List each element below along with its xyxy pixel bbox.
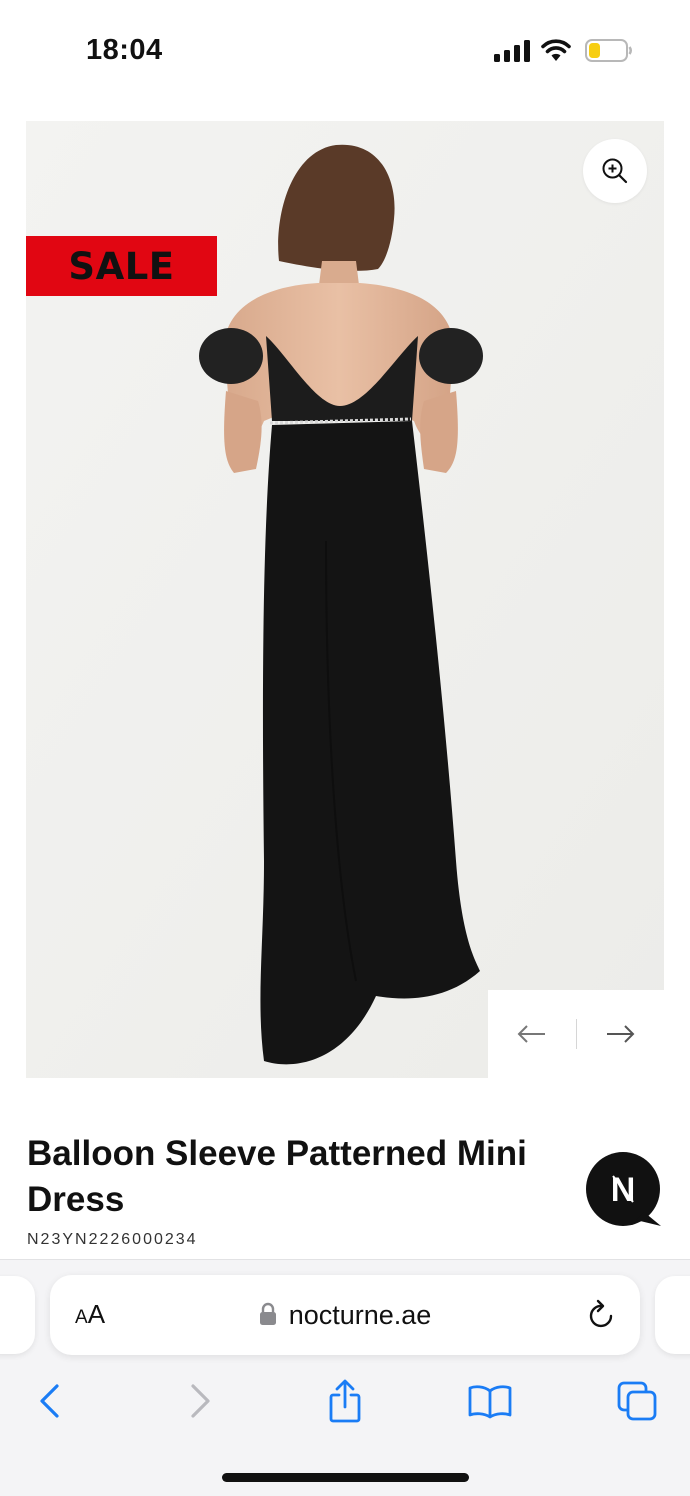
lock-icon [259, 1302, 276, 1325]
home-indicator[interactable] [222, 1473, 469, 1482]
sale-badge: SALE [26, 236, 217, 296]
bookmarks-button[interactable] [467, 1378, 513, 1424]
battery-icon [585, 39, 632, 62]
product-sku: N23YN2226000234 [27, 1231, 198, 1248]
previous-image-button[interactable] [512, 1014, 552, 1054]
next-image-button[interactable] [600, 1014, 640, 1054]
chat-icon: N [586, 1152, 661, 1226]
sale-badge-label: SALE [68, 244, 175, 288]
share-icon [329, 1379, 361, 1423]
browser-toolbar: AA nocturne.ae [0, 1259, 690, 1496]
forward-icon [191, 1384, 210, 1418]
tabs-button[interactable] [614, 1378, 660, 1424]
forward-button[interactable] [177, 1378, 223, 1424]
share-button[interactable] [322, 1378, 368, 1424]
zoom-button[interactable] [583, 139, 647, 203]
tabs-icon [617, 1381, 657, 1421]
bookmarks-icon [468, 1385, 512, 1419]
reload-icon[interactable] [586, 1299, 618, 1331]
arrow-left-icon [517, 1025, 545, 1043]
next-tab-preview[interactable] [655, 1276, 690, 1354]
wifi-icon [541, 39, 571, 61]
status-bar: 18:04 [0, 0, 690, 100]
chat-button[interactable]: N [586, 1152, 662, 1228]
url-display[interactable]: nocturne.ae [50, 1275, 640, 1355]
back-icon [40, 1384, 59, 1418]
product-image[interactable]: SALE [26, 121, 664, 1078]
previous-tab-preview[interactable] [0, 1276, 35, 1354]
zoom-in-icon [602, 158, 628, 184]
url-text: nocturne.ae [288, 1299, 432, 1330]
signal-icon [494, 40, 530, 62]
nav-divider [576, 1019, 577, 1049]
product-title: Balloon Sleeve Patterned Mini Dress [27, 1134, 527, 1219]
back-button[interactable] [27, 1378, 73, 1424]
arrow-right-icon [607, 1025, 635, 1043]
status-time: 18:04 [86, 34, 163, 66]
address-bar[interactable]: AA nocturne.ae [50, 1275, 640, 1355]
gallery-navigation [488, 990, 664, 1078]
